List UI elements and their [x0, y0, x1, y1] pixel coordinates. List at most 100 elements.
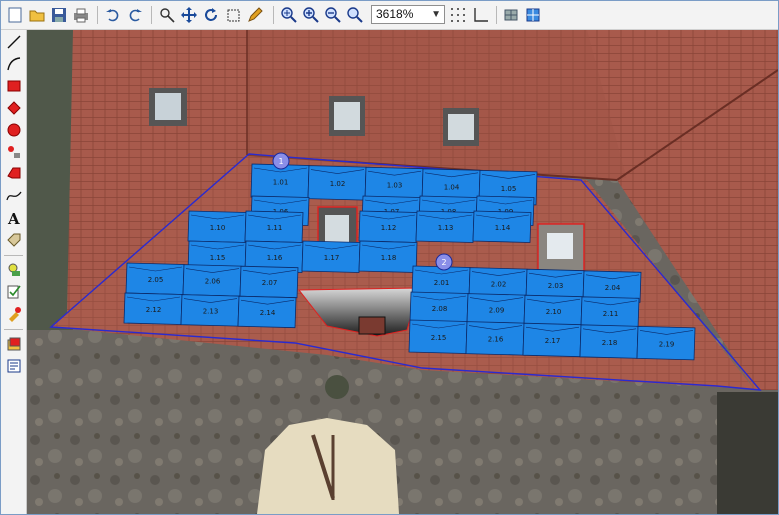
color-pick-icon[interactable]: [4, 304, 24, 324]
chimney: [358, 316, 386, 335]
solar-module[interactable]: 2.13: [180, 294, 240, 327]
solar-module[interactable]: 2.16: [465, 321, 525, 356]
solar-module[interactable]: 1.17: [301, 240, 361, 273]
zoom-extent-icon[interactable]: [345, 5, 365, 25]
solar-module[interactable]: 2.12: [123, 292, 183, 325]
solar-module[interactable]: 2.14: [237, 295, 297, 329]
text-tool-icon[interactable]: A: [4, 208, 24, 228]
point-tool-icon[interactable]: [4, 142, 24, 162]
arc-tool-icon[interactable]: [4, 54, 24, 74]
solar-module[interactable]: 1.10: [187, 210, 247, 243]
module-place-icon[interactable]: [4, 260, 24, 280]
solar-module[interactable]: 1.18: [358, 240, 418, 273]
solar-module[interactable]: 1.11: [244, 210, 304, 243]
new-document-icon[interactable]: [5, 5, 25, 25]
freehand-tool-icon[interactable]: [4, 186, 24, 206]
crop-icon[interactable]: [223, 5, 243, 25]
rectangle-tool-icon[interactable]: [4, 76, 24, 96]
svg-text:A: A: [7, 210, 20, 226]
module-label: 2.14: [260, 309, 276, 317]
angle-icon[interactable]: [471, 5, 491, 25]
module-label: 2.19: [659, 340, 675, 348]
module-label: 2.05: [148, 276, 164, 284]
rotate-icon[interactable]: [201, 5, 221, 25]
module-label: 1.01: [273, 179, 289, 187]
module-label: 1.15: [210, 254, 226, 262]
roof-area-marker-label: 2: [441, 258, 446, 267]
solar-module[interactable]: 1.02: [307, 165, 367, 201]
report-icon[interactable]: [4, 356, 24, 376]
layout-overlay: 1.011.021.031.041.051.061.071.081.091.10…: [49, 152, 762, 391]
solar-module[interactable]: 2.08: [409, 291, 469, 324]
module-label: 2.13: [203, 308, 219, 316]
solar-module[interactable]: 1.14: [472, 210, 532, 243]
undo-icon[interactable]: [103, 5, 123, 25]
module-label: 2.11: [603, 310, 619, 318]
chevron-down-icon: ▼: [431, 9, 441, 20]
line-tool-icon[interactable]: [4, 32, 24, 52]
print-icon[interactable]: [71, 5, 91, 25]
check-edit-icon[interactable]: [4, 282, 24, 302]
solar-module[interactable]: 2.06: [182, 264, 242, 297]
solar-module[interactable]: 2.09: [466, 293, 526, 326]
drawing-tools-sidebar: A: [1, 30, 27, 514]
module-label: 1.17: [324, 254, 340, 262]
layer-icon[interactable]: [4, 334, 24, 354]
zoom-level-value: 3618%: [376, 7, 414, 21]
open-folder-icon[interactable]: [27, 5, 47, 25]
polygon-tool-icon[interactable]: [4, 164, 24, 184]
label-tool-icon[interactable]: [4, 230, 24, 250]
module-label: 2.18: [602, 339, 618, 347]
module-label: 2.03: [548, 282, 564, 290]
move-icon[interactable]: [179, 5, 199, 25]
module-label: 2.07: [262, 279, 278, 287]
module-label: 2.15: [431, 334, 447, 342]
solar-module[interactable]: 2.11: [580, 296, 640, 329]
draw-icon[interactable]: [245, 5, 265, 25]
solar-module[interactable]: 2.17: [522, 322, 582, 358]
module-label: 2.17: [545, 337, 561, 345]
module-label: 2.16: [488, 336, 504, 344]
design-canvas[interactable]: 1.011.021.031.041.051.061.071.081.091.10…: [27, 30, 778, 514]
redo-icon[interactable]: [125, 5, 145, 25]
zoom-level-select[interactable]: 3618% ▼: [371, 5, 445, 24]
solar-module[interactable]: 2.05: [125, 262, 185, 295]
solar-module[interactable]: 2.18: [579, 324, 639, 359]
module-label: 1.18: [381, 254, 397, 262]
save-icon[interactable]: [49, 5, 69, 25]
roof-area-marker-label: 1: [278, 157, 283, 166]
grid-icon[interactable]: [448, 5, 468, 25]
solar-module[interactable]: 2.07: [239, 265, 299, 299]
module-icon[interactable]: [501, 5, 521, 25]
module-label: 1.02: [330, 180, 346, 188]
solar-module[interactable]: 2.10: [523, 294, 583, 328]
solar-module[interactable]: 1.13: [415, 210, 475, 243]
module-label: 2.10: [546, 308, 562, 316]
app-window: 3618% ▼ A 1.01 1.02 1.03 1.04 1.05 1.10 …: [0, 0, 779, 515]
solar-module[interactable]: 1.12: [358, 210, 418, 243]
solar-module[interactable]: 2.15: [408, 319, 468, 354]
module-label: 1.11: [267, 224, 283, 232]
module-label: 1.10: [210, 224, 226, 232]
skylight-glass: [325, 215, 349, 242]
module-label: 2.04: [605, 284, 621, 292]
module-label: 2.02: [491, 281, 507, 289]
zoom-plus-icon[interactable]: [301, 5, 321, 25]
main-toolbar: 3618% ▼: [1, 1, 778, 30]
circle-tool-icon[interactable]: [4, 120, 24, 140]
zoom-minus-icon[interactable]: [323, 5, 343, 25]
layout-icon[interactable]: [523, 5, 543, 25]
module-label: 1.04: [444, 183, 460, 191]
zoom-in-icon[interactable]: [279, 5, 299, 25]
select-pan-icon[interactable]: [157, 5, 177, 25]
module-label: 1.05: [501, 185, 517, 193]
module-label: 2.12: [146, 306, 162, 314]
module-label: 1.13: [438, 224, 454, 232]
module-label: 2.06: [205, 278, 221, 286]
module-label: 2.08: [432, 305, 448, 313]
module-label: 1.12: [381, 224, 397, 232]
solar-module[interactable]: 2.19: [636, 325, 696, 361]
skylight-glass: [547, 233, 573, 259]
diamond-tool-icon[interactable]: [4, 98, 24, 118]
module-label: 1.03: [387, 182, 403, 190]
